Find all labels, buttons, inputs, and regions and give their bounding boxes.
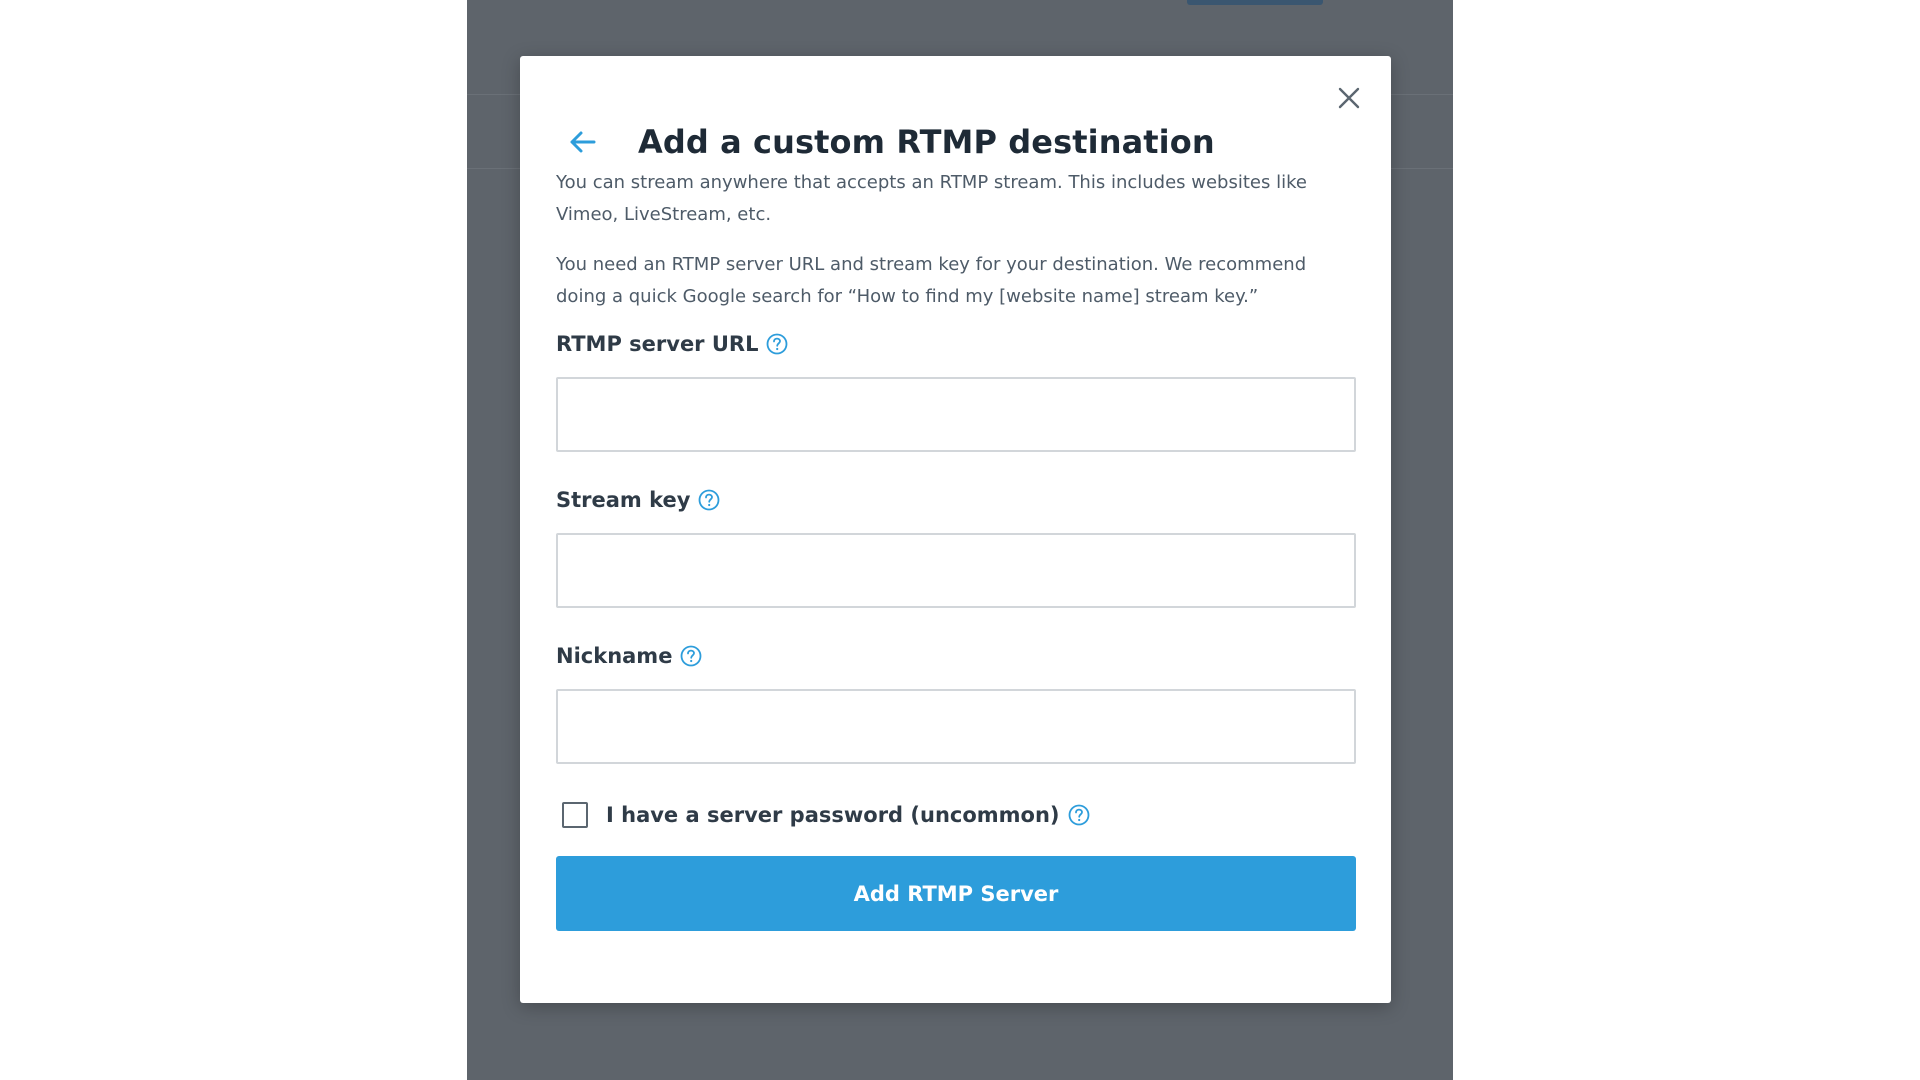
- add-rtmp-server-button[interactable]: Add RTMP Server: [556, 856, 1356, 931]
- nickname-label: Nickname: [556, 644, 673, 668]
- question-circle-icon[interactable]: [1068, 804, 1090, 826]
- server-password-checkbox[interactable]: [562, 802, 588, 828]
- server-url-label: RTMP server URL: [556, 332, 759, 356]
- close-button[interactable]: [1331, 80, 1367, 116]
- modal-header: Add a custom RTMP destination: [564, 118, 1215, 166]
- question-circle-icon[interactable]: [698, 489, 720, 511]
- modal-title: Add a custom RTMP destination: [638, 123, 1215, 161]
- rtmp-destination-modal: Add a custom RTMP destination You can st…: [520, 56, 1391, 1003]
- description-text: You can stream anywhere that accepts an …: [556, 172, 1307, 225]
- server-password-option: I have a server password (uncommon): [562, 802, 1090, 828]
- description-text: You need an RTMP server URL and stream k…: [556, 254, 1307, 307]
- backdrop-tab: [1187, 0, 1323, 5]
- server-password-label[interactable]: I have a server password (uncommon): [606, 803, 1060, 827]
- server-url-input[interactable]: [556, 377, 1356, 452]
- close-icon: [1338, 87, 1360, 109]
- back-button[interactable]: [564, 124, 600, 160]
- stream-key-label-row: Stream key: [556, 488, 720, 512]
- nickname-label-row: Nickname: [556, 644, 702, 668]
- stream-key-label: Stream key: [556, 488, 691, 512]
- nickname-input[interactable]: [556, 689, 1356, 764]
- question-circle-icon[interactable]: [680, 645, 702, 667]
- stream-key-input[interactable]: [556, 533, 1356, 608]
- arrow-left-icon: [570, 131, 596, 153]
- question-circle-icon[interactable]: [766, 333, 788, 355]
- server-url-label-row: RTMP server URL: [556, 332, 788, 356]
